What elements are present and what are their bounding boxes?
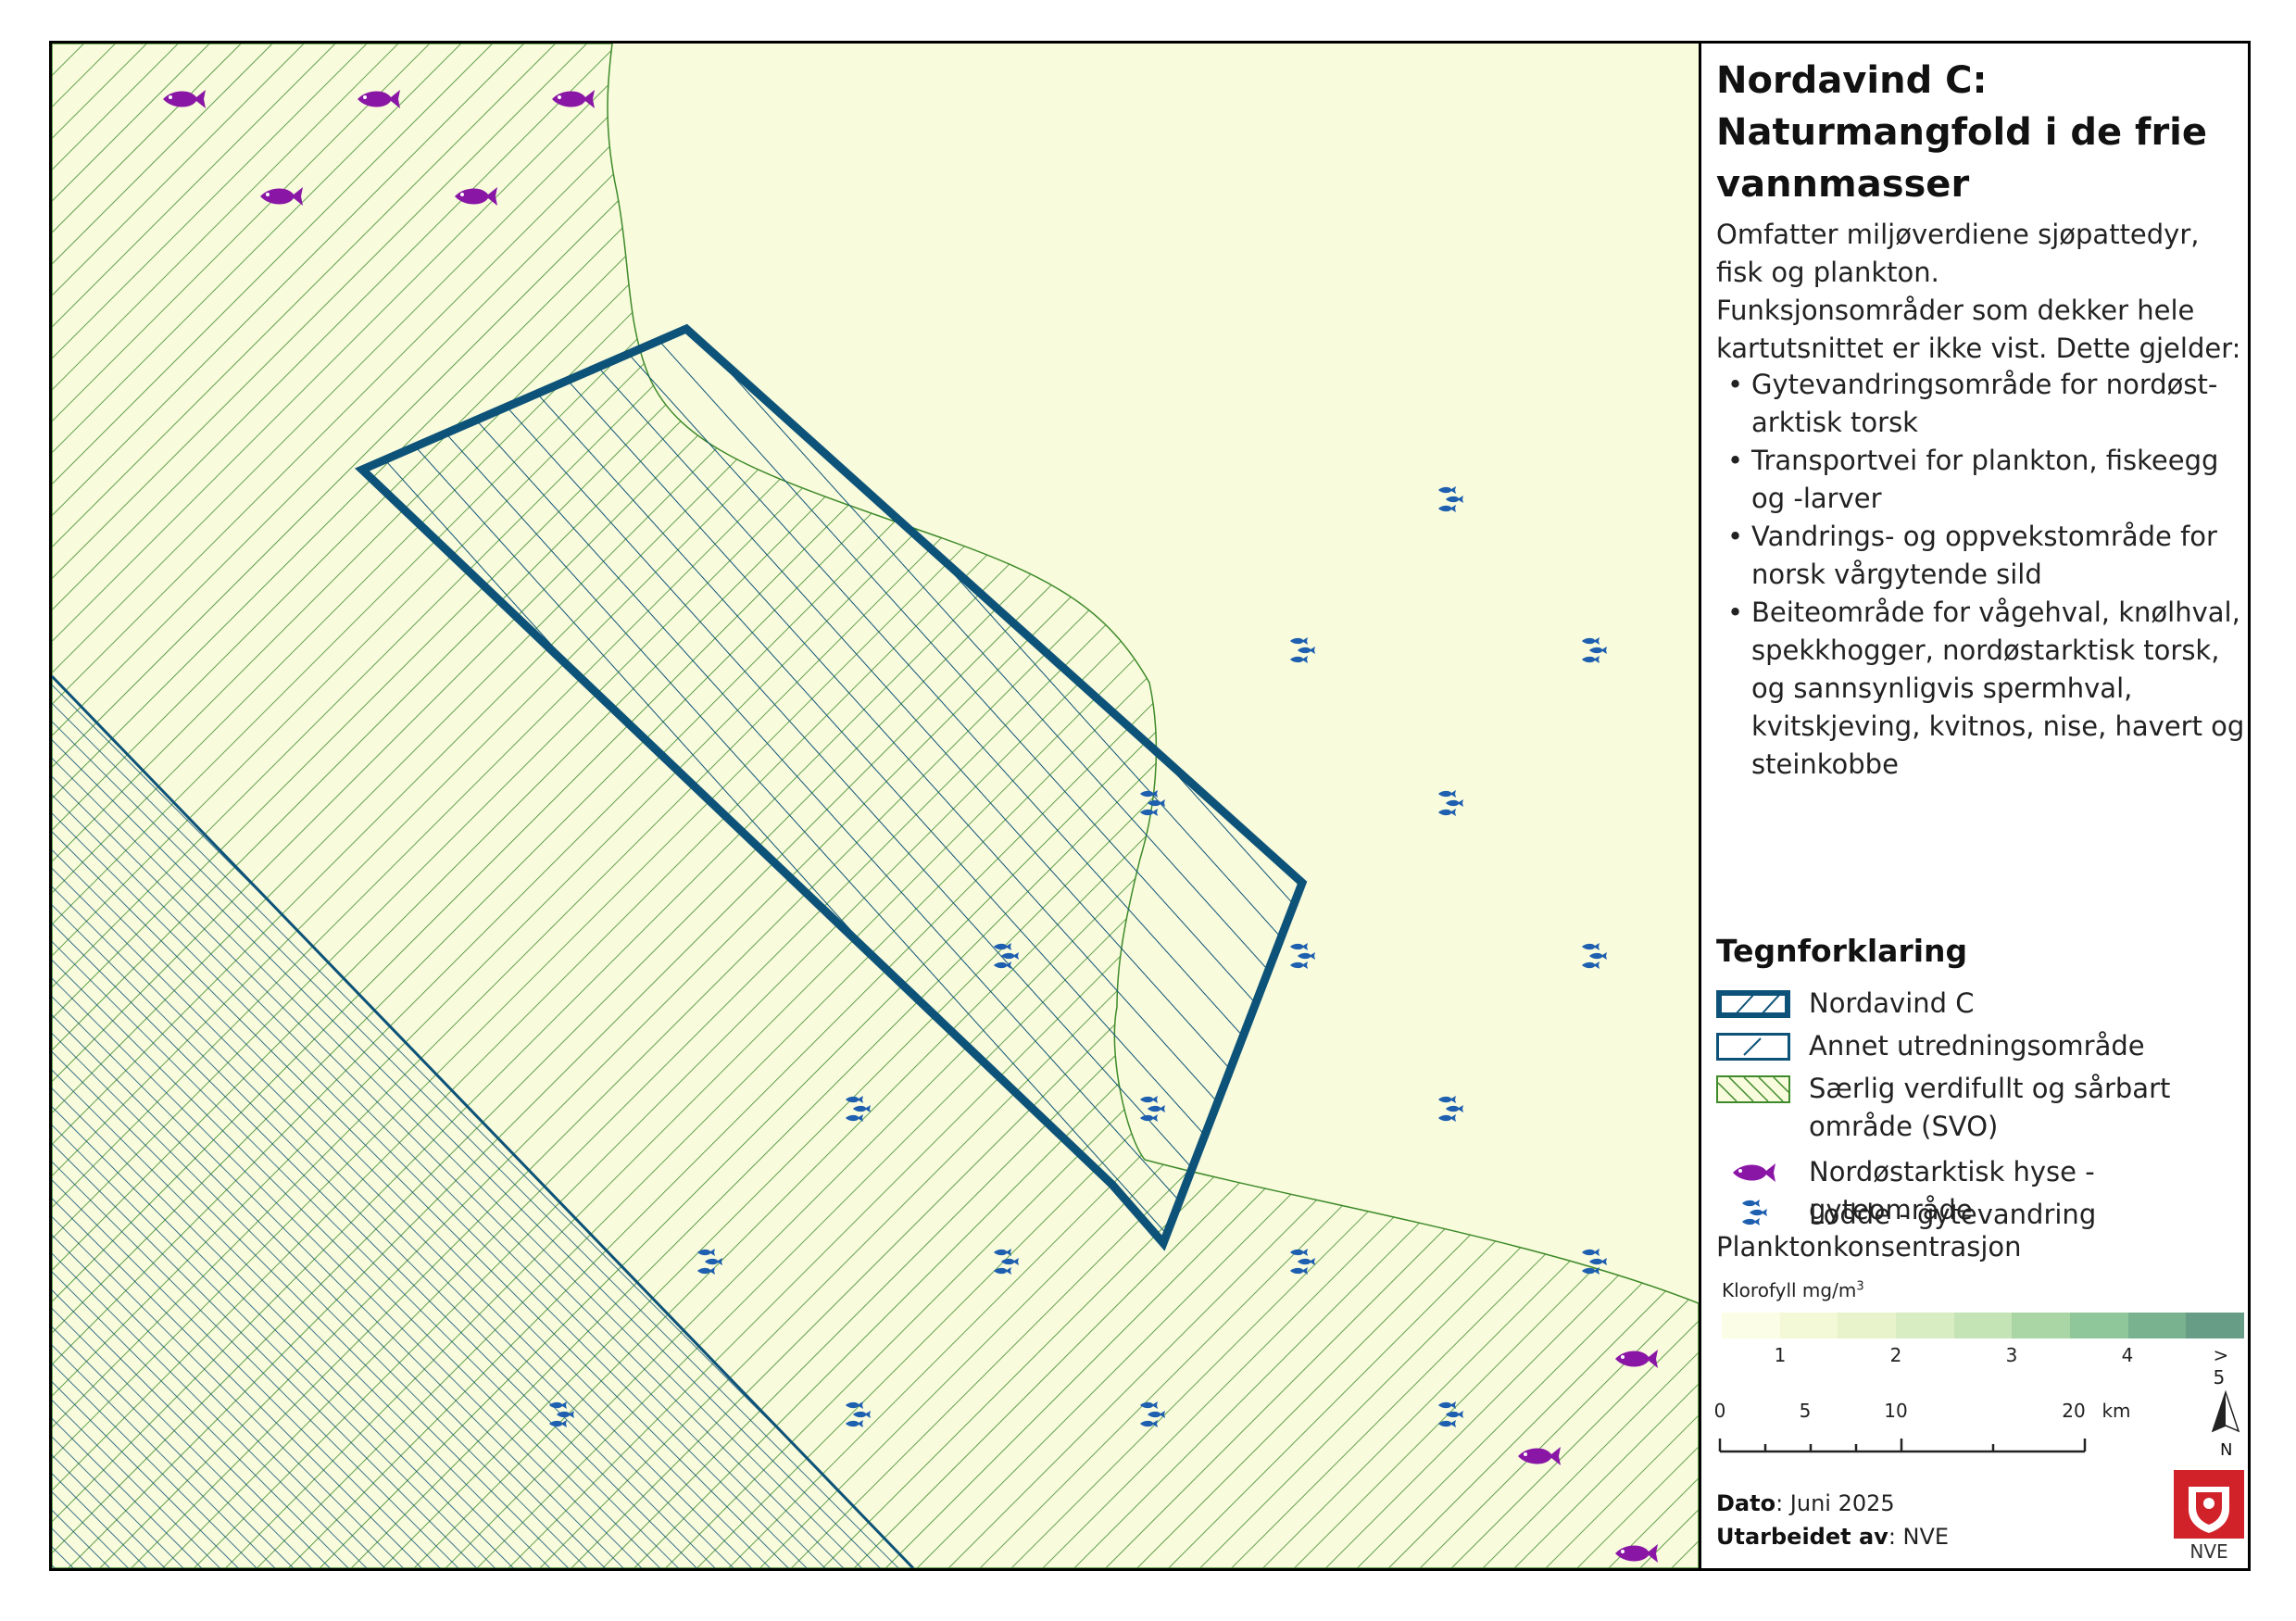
scalebar-label: 5 (1799, 1400, 1812, 1422)
ramp-swatch (2012, 1313, 2071, 1338)
ramp-tick: 1 (1774, 1344, 1787, 1366)
ramp-swatch (1779, 1313, 1838, 1338)
other-area-swatch (1716, 1033, 1790, 1061)
legend-item-nordavind-c: Nordavind C (1716, 985, 2244, 1025)
legend-item-svo: Særlig verdifullt og sårbart område (SVO… (1716, 1070, 2244, 1150)
map-subtitle: Omfatter miljøverdiene sjøpattedyr, fisk… (1716, 219, 2200, 288)
nve-logo: NVE (2174, 1470, 2244, 1563)
date-line: Dato: Juni 2025 (1716, 1490, 1895, 1516)
chlorophyll-label: Klorofyll mg/m3 (1722, 1279, 1864, 1301)
ramp-swatch (2070, 1313, 2128, 1338)
legend-panel: Nordavind C: Naturmangfold i de frie van… (1699, 44, 2248, 1568)
lodde-fish-icon (1742, 1200, 1767, 1225)
scalebar-label: 10 (1884, 1400, 1908, 1422)
scalebar-label: 0 (1713, 1400, 1726, 1422)
legend-item-hyse: Nordøstarktisk hyse - gyteområde (1716, 1153, 2244, 1225)
author-line: Utarbeidet av: NVE (1716, 1524, 1950, 1550)
legend-label: Særlig verdifullt og sårbart område (SVO… (1809, 1073, 2171, 1142)
north-label: N (2220, 1440, 2233, 1460)
nordavind-c-swatch (1716, 990, 1790, 1018)
ramp-tick: 3 (2005, 1344, 2018, 1366)
legend-label: Annet utredningsområde (1809, 1030, 2145, 1062)
legend-label: Nordavind C (1809, 987, 1975, 1019)
ramp-tick: > 5 (2213, 1344, 2229, 1389)
ramp-tick: 2 (1889, 1344, 1902, 1366)
list-item: Vandrings- og oppvekstområde for norsk v… (1727, 518, 2246, 594)
ramp-swatch (2186, 1313, 2245, 1338)
map-canvas (52, 44, 1699, 1568)
ramp-swatch (1953, 1313, 2013, 1338)
ramp-swatch (2127, 1313, 2187, 1338)
plankton-title: Planktonkonsentrasjon (1716, 1231, 2022, 1263)
ramp-swatch (1838, 1313, 1897, 1338)
nve-logo-text: NVE (2189, 1540, 2227, 1563)
legend-label: Lodde - gytevandring (1809, 1199, 2097, 1230)
ramp-swatch (1896, 1313, 1954, 1338)
ramp-tick: 4 (2121, 1344, 2134, 1366)
map-frame: Nordavind C: Naturmangfold i de frie van… (49, 41, 2251, 1571)
map-note: Funksjonsområder som dekker hele kartuts… (1716, 295, 2241, 364)
list-item: Transportvei for plankton, fiskeegg og -… (1727, 442, 2246, 518)
ramp-swatch (1722, 1313, 1780, 1338)
scalebar-unit: km (2102, 1400, 2131, 1422)
scalebar (1718, 1439, 2087, 1453)
list-item: Gytevandringsområde for nordøst-arktisk … (1727, 366, 2246, 442)
chlorophyll-color-ramp (1722, 1313, 2245, 1338)
scalebar-label: 20 (2062, 1400, 2086, 1422)
map-title: Nordavind C: Naturmangfold i de frie van… (1716, 59, 2208, 206)
legend-item-other-area: Annet utredningsområde (1716, 1027, 2244, 1068)
function-area-list: Gytevandringsområde for nordøst-arktisk … (1727, 366, 2246, 784)
list-item: Beiteområde for vågehval, knølhval, spek… (1727, 594, 2246, 784)
legend-title: Tegnforklaring (1716, 933, 1968, 969)
svo-swatch (1716, 1075, 1790, 1103)
hyse-fish-icon (1733, 1163, 1775, 1182)
